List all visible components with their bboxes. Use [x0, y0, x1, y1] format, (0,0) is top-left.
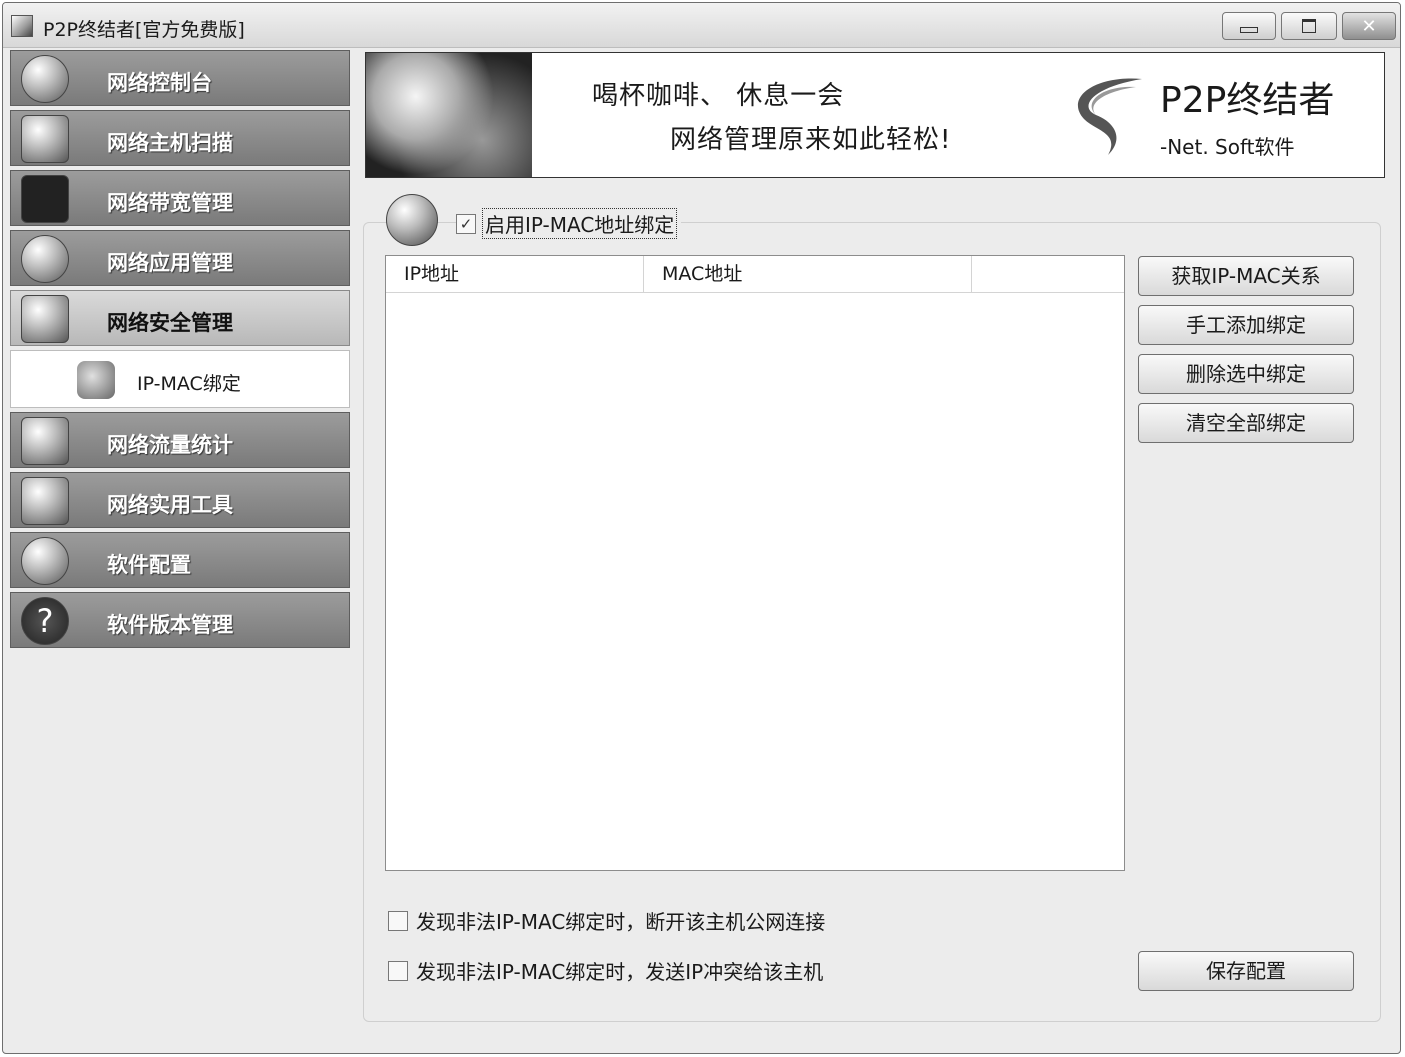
- sidebar-item-label: 网络应用管理: [107, 251, 233, 275]
- table-header: IP地址 MAC地址: [386, 256, 1124, 293]
- sidebar-item-label: 软件配置: [107, 553, 191, 577]
- tools-icon: [21, 477, 69, 525]
- save-config-button[interactable]: 保存配置: [1138, 951, 1354, 991]
- globe-icon: [21, 55, 69, 103]
- option-label: 发现非法IP-MAC绑定时，发送IP冲突给该主机: [416, 960, 824, 984]
- sidebar-item-config[interactable]: 软件配置: [10, 532, 350, 588]
- application-icon: [21, 235, 69, 283]
- option-label: 发现非法IP-MAC绑定时，断开该主机公网连接: [416, 910, 826, 934]
- app-logo-icon: [11, 15, 33, 37]
- help-icon: ?: [21, 597, 69, 645]
- minimize-button[interactable]: [1222, 12, 1276, 40]
- sidebar-item-applications[interactable]: 网络应用管理: [10, 230, 350, 286]
- sidebar-item-label: 网络主机扫描: [107, 131, 233, 155]
- sidebar-item-label: 网络安全管理: [107, 311, 233, 335]
- column-header-empty[interactable]: [972, 256, 1124, 292]
- brand-swirl-logo: [1077, 78, 1142, 155]
- brand-subtitle: -Net. Soft软件: [1160, 135, 1295, 159]
- get-ip-mac-relation-button[interactable]: 获取IP-MAC关系: [1138, 256, 1354, 296]
- sidebar-item-bandwidth[interactable]: 网络带宽管理: [10, 170, 350, 226]
- enable-binding-label: 启用IP-MAC地址绑定: [482, 208, 678, 239]
- sidebar-subitem-ip-mac-binding[interactable]: IP-MAC绑定: [10, 350, 350, 408]
- manual-add-binding-button[interactable]: 手工添加绑定: [1138, 305, 1354, 345]
- banner-slogan-line1: 喝杯咖啡、 休息一会: [592, 81, 845, 111]
- banner: 喝杯咖啡、 休息一会 网络管理原来如此轻松! P2P终结者 -Net. Soft…: [365, 52, 1385, 178]
- window-title: P2P终结者[官方免费版]: [43, 19, 245, 41]
- sidebar-subitem-label: IP-MAC绑定: [137, 373, 241, 395]
- computer-icon: [21, 115, 69, 163]
- column-header-ip[interactable]: IP地址: [386, 256, 644, 292]
- sidebar-item-label: 网络流量统计: [107, 433, 233, 457]
- sidebar-item-security[interactable]: 网络安全管理: [10, 290, 350, 346]
- sidebar-item-network-console[interactable]: 网络控制台: [10, 50, 350, 106]
- sidebar-item-tools[interactable]: 网络实用工具: [10, 472, 350, 528]
- maximize-icon: [1302, 19, 1316, 33]
- column-header-mac[interactable]: MAC地址: [644, 256, 972, 292]
- enable-binding-checkbox[interactable]: ✓ 启用IP-MAC地址绑定: [456, 208, 682, 239]
- checkbox-unchecked-icon[interactable]: [388, 910, 408, 931]
- sidebar-item-traffic-stats[interactable]: 网络流量统计: [10, 412, 350, 468]
- sidebar-item-host-scan[interactable]: 网络主机扫描: [10, 110, 350, 166]
- option-disconnect-host[interactable]: 发现非法IP-MAC绑定时，断开该主机公网连接: [388, 906, 825, 935]
- globe-icon: [386, 194, 438, 246]
- chart-icon: [21, 417, 69, 465]
- sidebar-nav: 网络控制台 网络主机扫描 网络带宽管理 网络应用管理 网络安全管理 IP-MAC…: [10, 50, 350, 652]
- banner-slogan-line2: 网络管理原来如此轻松!: [670, 125, 952, 155]
- sidebar-item-label: 软件版本管理: [107, 613, 233, 637]
- clear-all-bindings-button[interactable]: 清空全部绑定: [1138, 403, 1354, 443]
- checkbox-unchecked-icon[interactable]: [388, 960, 408, 981]
- maximize-button[interactable]: [1281, 12, 1337, 40]
- config-icon: [21, 537, 69, 585]
- option-send-ip-conflict[interactable]: 发现非法IP-MAC绑定时，发送IP冲突给该主机: [388, 956, 823, 985]
- minimize-icon: [1240, 27, 1258, 33]
- sidebar-item-label: 网络实用工具: [107, 493, 233, 517]
- sidebar-item-label: 网络带宽管理: [107, 191, 233, 215]
- close-icon: ✕: [1361, 15, 1377, 37]
- ip-mac-table[interactable]: IP地址 MAC地址: [385, 255, 1125, 871]
- bandwidth-icon: [21, 175, 69, 223]
- close-button[interactable]: ✕: [1342, 12, 1396, 40]
- title-bar[interactable]: P2P终结者[官方免费版] ✕: [3, 3, 1400, 48]
- sidebar-item-label: 网络控制台: [107, 71, 212, 95]
- keys-icon: [77, 361, 115, 399]
- banner-photo: [366, 53, 532, 177]
- brand-name: P2P终结者: [1160, 80, 1335, 121]
- keys-icon: [21, 295, 69, 343]
- checkbox-checked-icon[interactable]: ✓: [456, 213, 476, 234]
- sidebar-item-version[interactable]: ? 软件版本管理: [10, 592, 350, 648]
- delete-selected-binding-button[interactable]: 删除选中绑定: [1138, 354, 1354, 394]
